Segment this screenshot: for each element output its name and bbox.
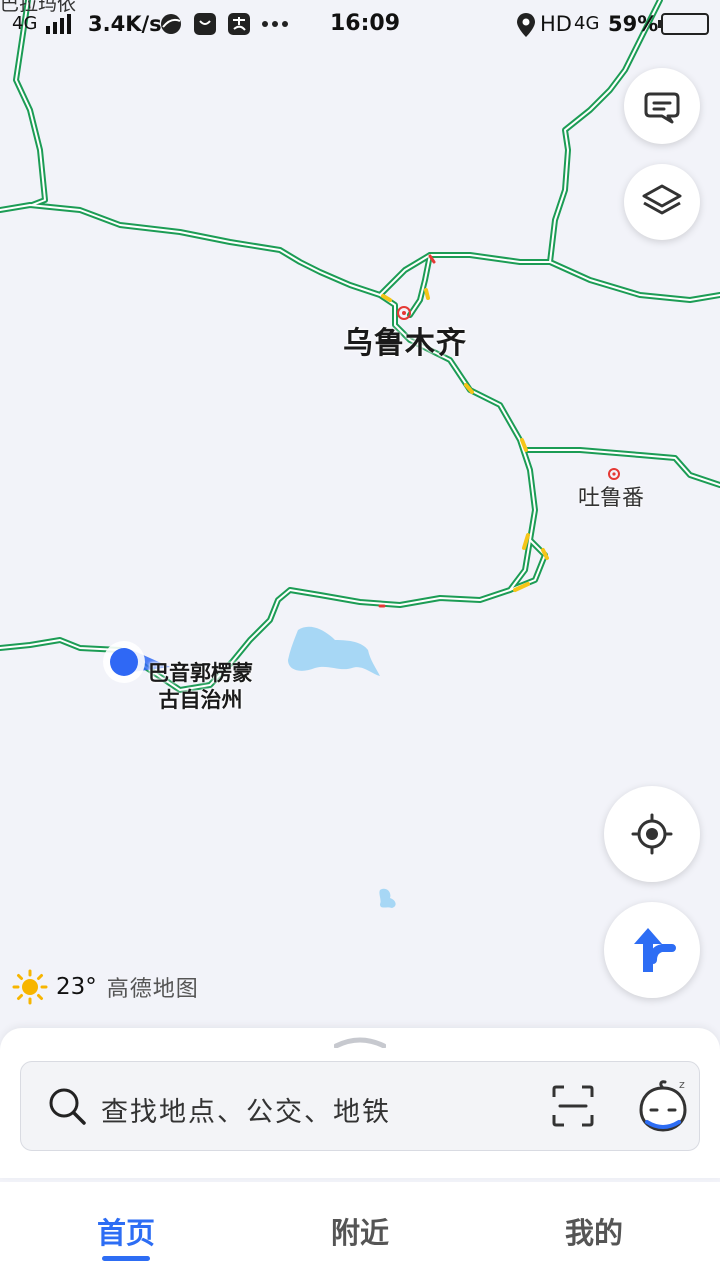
signal-icon [46,14,71,34]
temperature: 23° [56,974,97,1000]
network-type: 4G [12,13,38,34]
clock: 16:09 [330,11,401,36]
layers-button[interactable] [624,164,700,240]
message-button[interactable] [624,68,700,144]
tab-mine[interactable]: 我的 [524,1210,664,1252]
tab-home[interactable]: 首页 [56,1210,196,1252]
message-icon [644,92,680,124]
sheet-handle-icon[interactable] [334,1034,386,1048]
region-label-line1: 巴音郭楞蒙 [148,661,253,685]
more-notifications-icon [262,21,288,27]
small-lake [379,888,396,908]
city-label-turpan[interactable]: 吐鲁番 [578,480,644,512]
hd-voice-indicator: HD [540,12,572,36]
voice-assistant-icon[interactable]: z [635,1078,691,1134]
bottom-tab-bar: 首页 附近 我的 [0,1182,720,1280]
route-button[interactable] [604,902,700,998]
shopping-app-icon [194,13,216,35]
layers-icon [642,184,682,215]
search-icon [49,1088,86,1125]
crosshair-icon [631,813,673,855]
network-type-secondary: 4G [574,13,600,34]
sun-icon [12,969,48,1005]
location-pin-icon [517,13,535,37]
battery-percentage: 59% [608,12,659,36]
status-bar: 巴拉玛依 4G 3.4K/s 16:09 HD 4G 59% [0,0,720,50]
lake [288,626,380,676]
active-tab-indicator [102,1256,150,1261]
route-arrow-icon [634,928,676,972]
scan-icon[interactable] [551,1084,595,1128]
search-input[interactable]: 查找地点、公交、地铁 [101,1090,391,1129]
region-label-line2: 古自治州 [158,688,243,712]
search-bar[interactable]: 查找地点、公交、地铁 z [20,1061,700,1151]
battery-icon [658,13,709,35]
network-speed: 3.4K/s [88,12,162,36]
tab-nearby[interactable]: 附近 [290,1210,430,1252]
svg-text:z: z [679,1078,685,1091]
alipay-app-icon [228,13,250,35]
region-label-bayingolin[interactable]: 巴音郭楞蒙 古自治州 [148,660,253,714]
weather-widget[interactable]: 23° 高德地图 [12,968,199,1006]
city-label-urumqi[interactable]: 乌鲁木齐 [343,318,467,362]
locate-me-button[interactable] [604,786,700,882]
brand-logo-text: 高德地图 [106,977,199,1002]
browser-app-icon [161,14,181,34]
